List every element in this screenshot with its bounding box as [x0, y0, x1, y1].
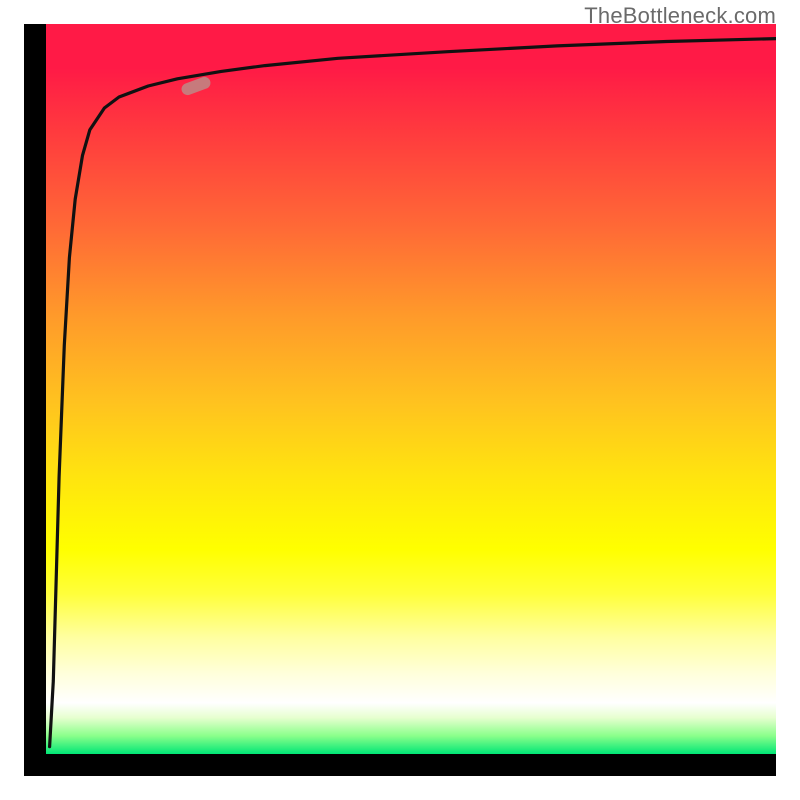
y-axis-frame — [24, 24, 46, 776]
curve-svg — [46, 24, 776, 754]
plot-area — [46, 24, 776, 754]
x-axis-frame — [24, 754, 776, 776]
bottleneck-chart: TheBottleneck.com — [0, 0, 800, 800]
bottleneck-curve — [50, 39, 776, 747]
